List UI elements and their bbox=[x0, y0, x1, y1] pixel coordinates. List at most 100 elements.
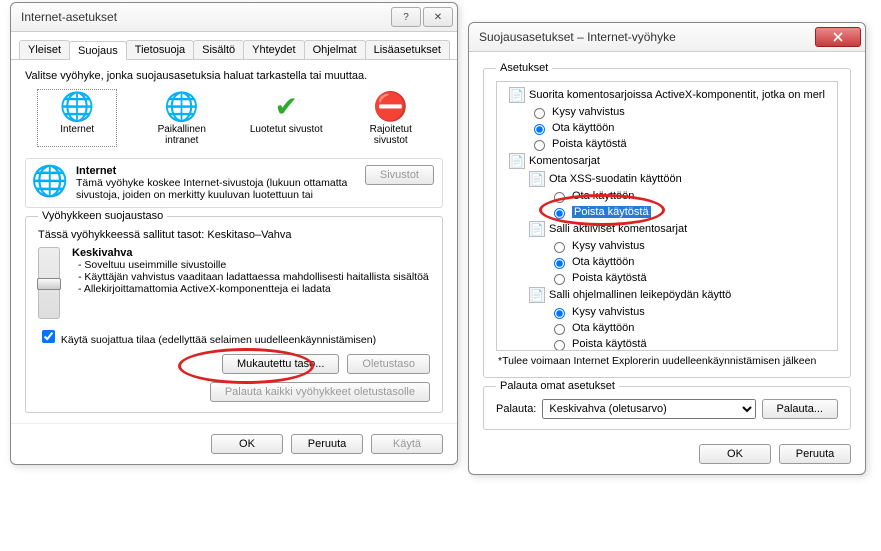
script-icon: 📄 bbox=[509, 153, 525, 169]
setting-radio[interactable] bbox=[554, 274, 565, 285]
zone-label: Internet bbox=[60, 124, 94, 135]
tree-radio-item[interactable]: Ota käyttöön bbox=[501, 120, 833, 136]
tree-item-label: Poista käytöstä bbox=[572, 272, 647, 284]
tree-radio-item[interactable]: Ota käyttöön bbox=[501, 188, 833, 204]
tree-item-label: Ota käyttöön bbox=[552, 122, 614, 134]
tree-radio-item[interactable]: Poista käytöstä bbox=[501, 270, 833, 286]
tree-item-label: Kysy vahvistus bbox=[572, 306, 645, 318]
tree-group-item: 📄 Komentosarjat bbox=[501, 152, 833, 170]
script-icon: 📄 bbox=[529, 221, 545, 237]
tree-item-label: Komentosarjat bbox=[529, 155, 600, 167]
level-name: Keskivahva bbox=[72, 247, 133, 259]
security-slider[interactable] bbox=[38, 247, 60, 319]
tree-radio-item[interactable]: Kysy vahvistus bbox=[501, 304, 833, 320]
tree-group-item: 📄 Ota XSS-suodatin käyttöön bbox=[501, 170, 833, 188]
security-settings-dialog: Suojausasetukset – Internet-vyöhyke Aset… bbox=[468, 22, 866, 475]
tree-item-label: Ota käyttöön bbox=[572, 190, 634, 202]
tab-security[interactable]: Suojaus bbox=[69, 41, 127, 60]
tree-radio-item[interactable]: Kysy vahvistus bbox=[501, 238, 833, 254]
default-level-button[interactable]: Oletustaso bbox=[347, 354, 430, 374]
tree-group-item: 📄 Salli aktiiviset komentosarjat bbox=[501, 220, 833, 238]
ok-button[interactable]: OK bbox=[211, 434, 283, 454]
zone-trusted[interactable]: ✔ Luotetut sivustot bbox=[247, 90, 325, 146]
setting-radio[interactable] bbox=[554, 192, 565, 203]
script-icon: 📄 bbox=[529, 171, 545, 187]
setting-radio[interactable] bbox=[534, 124, 545, 135]
zone-restricted[interactable]: ⛔ Rajoitetut sivustot bbox=[352, 90, 430, 146]
setting-radio[interactable] bbox=[554, 308, 565, 319]
help-button[interactable]: ? bbox=[391, 7, 421, 27]
cancel-button[interactable]: Peruuta bbox=[291, 434, 363, 454]
zone-intranet[interactable]: 🌐 Paikallinen intranet bbox=[143, 90, 221, 146]
globe-monitor-icon: 🌐 bbox=[166, 90, 198, 122]
slider-thumb[interactable] bbox=[37, 278, 61, 290]
tree-item-label: Salli ohjelmallinen leikepöydän käyttö bbox=[549, 289, 731, 301]
dialog-title: Suojausasetukset – Internet-vyöhyke bbox=[479, 30, 676, 44]
setting-radio[interactable] bbox=[534, 140, 545, 151]
tab-general[interactable]: Yleiset bbox=[19, 40, 70, 59]
tree-radio-item[interactable]: Poista käytöstä bbox=[501, 204, 833, 220]
zone-internet[interactable]: 🌐 Internet bbox=[38, 90, 116, 146]
setting-radio[interactable] bbox=[554, 340, 565, 351]
level-bullet: - Allekirjoittamattomia ActiveX-komponen… bbox=[78, 283, 429, 295]
custom-level-button[interactable]: Mukautettu taso... bbox=[222, 354, 339, 374]
tab-content[interactable]: Sisältö bbox=[193, 40, 244, 59]
setting-radio[interactable] bbox=[554, 324, 565, 335]
reset-label: Palauta: bbox=[496, 403, 536, 415]
tab-connections[interactable]: Yhteydet bbox=[243, 40, 304, 59]
tree-item-label: Kysy vahvistus bbox=[572, 240, 645, 252]
tree-radio-item[interactable]: Ota käyttöön bbox=[501, 254, 833, 270]
no-entry-icon: ⛔ bbox=[375, 90, 407, 122]
tree-radio-item[interactable]: Ota käyttöön bbox=[501, 320, 833, 336]
reset-button[interactable]: Palauta... bbox=[762, 399, 838, 419]
tree-radio-item[interactable]: Poista käytöstä bbox=[501, 336, 833, 351]
script-icon: 📄 bbox=[509, 87, 525, 103]
tree-item-label: Salli aktiiviset komentosarjat bbox=[549, 223, 687, 235]
tree-group-item: 📄Salli ohjelmallinen leikepöydän käyttö bbox=[501, 286, 833, 304]
protected-mode-checkbox[interactable] bbox=[42, 330, 55, 343]
setting-radio[interactable] bbox=[554, 242, 565, 253]
setting-radio[interactable] bbox=[554, 258, 565, 269]
group-legend: Asetukset bbox=[496, 62, 552, 74]
tree-item-label: Ota käyttöön bbox=[572, 322, 634, 334]
tree-item-label: Suorita komentosarjoissa ActiveX-kompone… bbox=[529, 89, 825, 101]
zone-label: Paikallinen intranet bbox=[143, 124, 221, 146]
tree-item-label: Poista käytöstä bbox=[572, 206, 651, 218]
allowed-levels-text: Tässä vyöhykkeessä sallitut tasot: Keski… bbox=[38, 229, 430, 241]
globe-icon: 🌐 bbox=[34, 165, 66, 197]
reset-level-combo[interactable]: Keskivahva (oletusarvo) bbox=[542, 399, 755, 419]
internet-options-dialog: Internet-asetukset ? ✕ Yleiset Suojaus T… bbox=[10, 2, 458, 465]
ok-button[interactable]: OK bbox=[699, 444, 771, 464]
setting-radio[interactable] bbox=[554, 208, 565, 219]
reset-legend: Palauta omat asetukset bbox=[496, 380, 619, 392]
tree-item-label: Ota XSS-suodatin käyttöön bbox=[549, 173, 682, 185]
tab-privacy[interactable]: Tietosuoja bbox=[126, 40, 194, 59]
cancel-button[interactable]: Peruuta bbox=[779, 444, 851, 464]
sites-button[interactable]: Sivustot bbox=[365, 165, 434, 185]
apply-button[interactable]: Käytä bbox=[371, 434, 443, 454]
tree-item-label: Kysy vahvistus bbox=[552, 106, 625, 118]
tree-radio-item[interactable]: Kysy vahvistus bbox=[501, 104, 833, 120]
zone-list: 🌐 Internet 🌐 Paikallinen intranet ✔ Luot… bbox=[25, 90, 443, 146]
protected-mode-label: Käytä suojattua tilaa (edellyttää selaim… bbox=[61, 334, 376, 346]
tab-advanced[interactable]: Lisäasetukset bbox=[365, 40, 450, 59]
zone-info-desc: Tämä vyöhyke koskee Internet-sivustoja (… bbox=[76, 177, 347, 201]
restart-footnote: *Tulee voimaan Internet Explorerin uudel… bbox=[496, 351, 838, 371]
titlebar: Suojausasetukset – Internet-vyöhyke bbox=[469, 23, 865, 52]
tree-radio-item[interactable]: Poista käytöstä bbox=[501, 136, 833, 152]
globe-icon: 🌐 bbox=[61, 90, 93, 122]
reset-all-zones-button[interactable]: Palauta kaikki vyöhykkeet oletustasolle bbox=[210, 382, 430, 402]
tab-programs[interactable]: Ohjelmat bbox=[304, 40, 366, 59]
close-button[interactable] bbox=[815, 27, 861, 47]
security-level-group: Vyöhykkeen suojaustaso Tässä vyöhykkeess… bbox=[25, 216, 443, 413]
titlebar: Internet-asetukset ? ✕ bbox=[11, 3, 457, 32]
level-bullet: - Soveltuu useimmille sivustoille bbox=[78, 259, 429, 271]
zone-info-title: Internet bbox=[76, 165, 116, 177]
setting-radio[interactable] bbox=[534, 108, 545, 119]
close-button[interactable]: ✕ bbox=[423, 7, 453, 27]
tree-item-label: Poista käytöstä bbox=[572, 338, 647, 350]
group-legend: Vyöhykkeen suojaustaso bbox=[38, 210, 167, 222]
dialog-title: Internet-asetukset bbox=[21, 10, 117, 24]
settings-tree[interactable]: 📄 Suorita komentosarjoissa ActiveX-kompon… bbox=[496, 81, 838, 351]
zone-label: Luotetut sivustot bbox=[250, 124, 323, 135]
